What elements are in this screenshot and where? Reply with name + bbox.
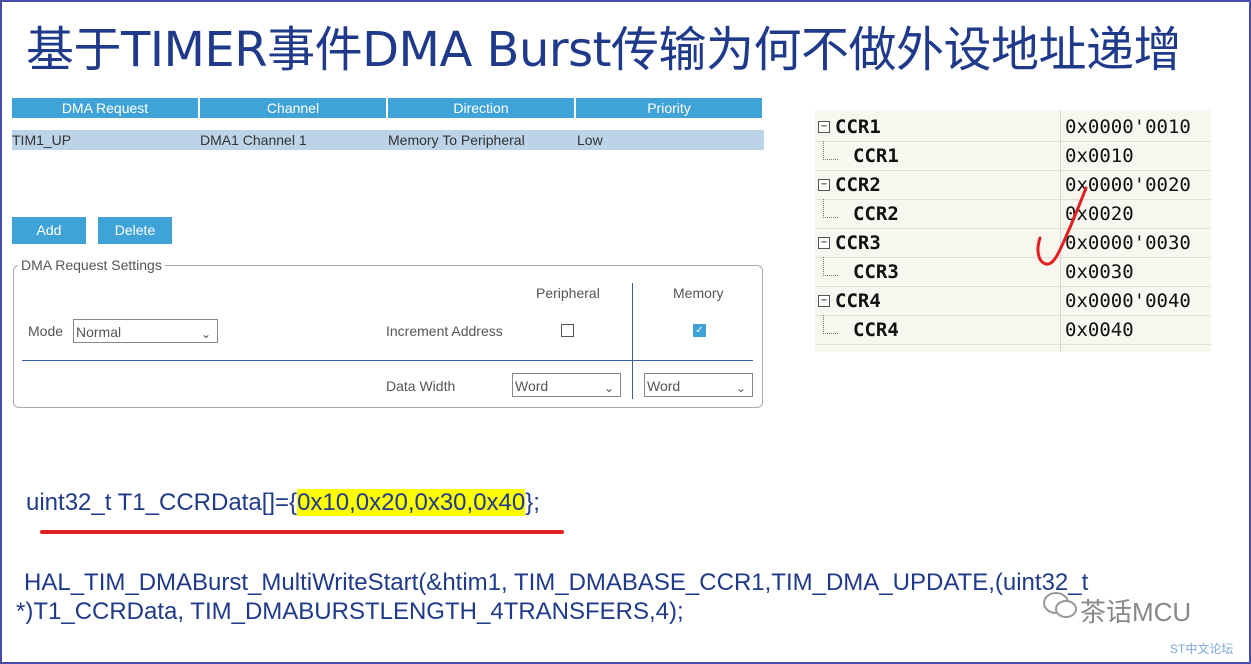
header-priority[interactable]: Priority [576, 98, 762, 118]
register-row[interactable]: CCR3 0x0030 [815, 257, 1211, 287]
delete-button[interactable]: Delete [98, 217, 172, 244]
code-line-call-args: *)T1_CCRData, TIM_DMABURSTLENGTH_4TRANSF… [16, 598, 684, 625]
collapse-icon[interactable]: − [818, 179, 830, 191]
slide-title: 基于TIMER事件DMA Burst传输为何不做外设地址递增 [26, 22, 1181, 78]
register-view: − CCR1 0x0000'0010 CCR1 0x0010 − CCR2 0x… [815, 110, 1211, 352]
memory-column-label: Memory [673, 285, 724, 301]
header-dma-request[interactable]: DMA Request [12, 98, 198, 118]
register-row[interactable]: CCR1 0x0010 [815, 141, 1211, 171]
collapse-icon[interactable]: − [818, 237, 830, 249]
register-value: 0x0000'0040 [1065, 290, 1191, 312]
register-row[interactable]: − CCR1 0x0000'0010 [815, 112, 1211, 142]
code-line-array: uint32_t T1_CCRData[]={0x10,0x20,0x30,0x… [26, 489, 540, 517]
memory-width-value: Word [647, 378, 681, 394]
code-array-values: 0x10,0x20,0x30,0x40 [297, 489, 526, 516]
register-name: CCR3 [835, 232, 881, 254]
code-line-call: HAL_TIM_DMABurst_MultiWriteStart(&htim1,… [24, 569, 1089, 596]
dma-request-settings: DMA Request Settings Mode Normal ⌄ Perip… [13, 257, 763, 408]
peripheral-column-label: Peripheral [536, 285, 600, 301]
increment-address-label: Increment Address [386, 323, 503, 339]
cell-priority: Low [577, 132, 603, 148]
settings-legend: DMA Request Settings [18, 257, 165, 273]
register-row[interactable]: − CCR2 0x0000'0020 [815, 170, 1211, 200]
peripheral-data-width-select[interactable]: Word ⌄ [512, 373, 621, 397]
code-array-declaration: uint32_t T1_CCRData[]={ [26, 489, 298, 516]
peripheral-width-value: Word [515, 378, 549, 394]
memory-data-width-select[interactable]: Word ⌄ [644, 373, 753, 397]
header-direction[interactable]: Direction [388, 98, 574, 118]
dma-request-table: DMA Request Channel Direction Priority T… [12, 98, 764, 150]
register-row[interactable]: − CCR3 0x0000'0030 [815, 228, 1211, 258]
cell-direction: Memory To Peripheral [388, 132, 525, 148]
register-name: CCR4 [835, 290, 881, 312]
table-row[interactable]: TIM1_UP DMA1 Channel 1 Memory To Periphe… [12, 130, 764, 150]
add-button[interactable]: Add [12, 217, 86, 244]
register-name: CCR2 [835, 174, 881, 196]
register-row[interactable]: − CCR4 0x0000'0040 [815, 286, 1211, 316]
register-value: 0x0000'0010 [1065, 116, 1191, 138]
chevron-down-icon: ⌄ [735, 381, 746, 395]
header-channel[interactable]: Channel [200, 98, 386, 118]
checkmark-annotation-icon [1036, 186, 1088, 266]
column-divider [632, 283, 633, 399]
register-name: CCR2 [853, 203, 899, 225]
code-array-close: }; [525, 489, 540, 516]
data-width-label: Data Width [386, 378, 456, 394]
tree-line-icon [823, 199, 838, 218]
table-header: DMA Request Channel Direction Priority [12, 98, 764, 118]
mode-value: Normal [76, 324, 122, 340]
mode-select[interactable]: Normal ⌄ [73, 319, 218, 343]
register-name: CCR3 [853, 261, 899, 283]
collapse-icon[interactable]: − [818, 121, 830, 133]
register-row-partial: − [815, 344, 1211, 352]
register-row[interactable]: CCR4 0x0040 [815, 315, 1211, 345]
cell-dma-request: TIM1_UP [12, 132, 72, 148]
register-value: 0x0010 [1065, 145, 1134, 167]
watermark-text: 茶话MCU [1080, 597, 1192, 627]
tree-line-icon [823, 315, 838, 334]
register-name: CCR4 [853, 319, 899, 341]
row-divider [22, 360, 753, 361]
memory-increment-checkbox[interactable]: ✓ [693, 324, 706, 337]
register-row[interactable]: CCR2 0x0020 [815, 199, 1211, 229]
peripheral-increment-checkbox[interactable] [561, 324, 574, 337]
chevron-down-icon: ⌄ [603, 381, 614, 395]
underline-annotation [40, 530, 564, 534]
mode-label: Mode [28, 323, 64, 339]
wechat-logo-icon [1043, 592, 1077, 618]
register-name: CCR1 [853, 145, 899, 167]
tree-line-icon [823, 257, 838, 276]
chevron-down-icon: ⌄ [200, 327, 211, 341]
watermark-sub: ST中文论坛 [1170, 642, 1234, 656]
collapse-icon[interactable]: − [818, 295, 830, 307]
cell-channel: DMA1 Channel 1 [200, 132, 307, 148]
tree-line-icon [823, 141, 838, 160]
register-name: CCR1 [835, 116, 881, 138]
register-value: 0x0040 [1065, 319, 1134, 341]
